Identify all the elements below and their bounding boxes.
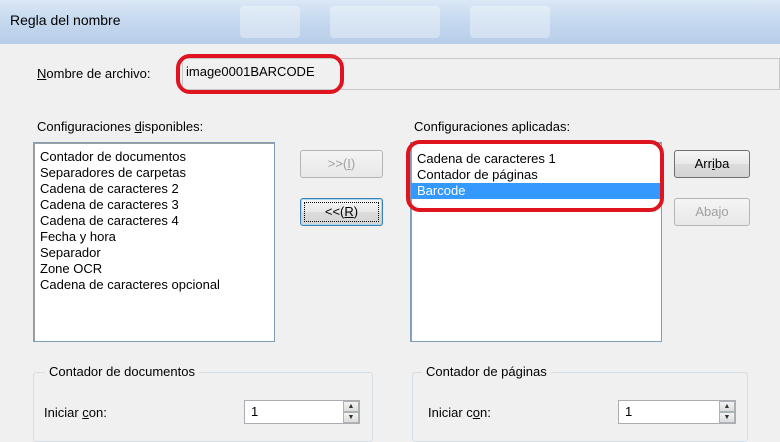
list-item[interactable]: Contador de páginas (411, 167, 661, 183)
titlebar-decoration (240, 6, 300, 38)
page-counter-start-label: Iniciar con: (428, 405, 491, 420)
filename-label: Nombre de archivo: (37, 66, 151, 81)
spin-down-icon[interactable]: ▼ (343, 412, 359, 423)
page-counter-start-value: 1 (625, 404, 633, 419)
doc-counter-title: Contador de documentos (45, 364, 199, 379)
doc-counter-start-label: Iniciar con: (44, 405, 107, 420)
page-counter-start-spinner[interactable]: 1 ▲ ▼ (618, 400, 736, 424)
list-item[interactable]: Cadena de caracteres 4 (34, 213, 274, 229)
list-item[interactable]: Fecha y hora (34, 229, 274, 245)
list-item[interactable]: Separador (34, 245, 274, 261)
list-item[interactable]: Cadena de caracteres 3 (34, 197, 274, 213)
spin-up-icon[interactable]: ▲ (719, 401, 735, 412)
applied-label: Configuraciones aplicadas: (414, 119, 571, 134)
spin-down-icon[interactable]: ▼ (719, 412, 735, 423)
list-item[interactable]: Barcode (411, 183, 661, 199)
list-item[interactable]: Separadores de carpetas (34, 165, 274, 181)
doc-counter-start-value: 1 (251, 404, 259, 419)
spin-up-icon[interactable]: ▲ (343, 401, 359, 412)
titlebar-decoration (470, 6, 550, 38)
window-title: Regla del nombre (10, 12, 121, 28)
titlebar-decoration (330, 6, 440, 38)
list-item[interactable]: Cadena de caracteres opcional (34, 277, 274, 293)
available-label: Configuraciones disponibles: (37, 119, 204, 134)
doc-counter-start-spinner[interactable]: 1 ▲ ▼ (244, 400, 360, 424)
applied-listbox[interactable]: Cadena de caracteres 1 Contador de página… (410, 142, 662, 342)
list-item[interactable]: Cadena de caracteres 1 (411, 151, 661, 167)
list-item[interactable]: Zone OCR (34, 261, 274, 277)
move-up-button[interactable]: Arriba (674, 150, 750, 178)
remove-button[interactable]: <<(R) (300, 198, 383, 226)
add-button[interactable]: >>(I) (300, 150, 383, 178)
filename-value: image0001BARCODE (186, 64, 315, 79)
list-item[interactable]: Cadena de caracteres 2 (34, 181, 274, 197)
move-down-button[interactable]: Abajo (674, 198, 750, 226)
page-counter-title: Contador de páginas (422, 364, 551, 379)
available-listbox[interactable]: Contador de documentos Separadores de car… (33, 142, 275, 342)
list-item[interactable]: Contador de documentos (34, 149, 274, 165)
